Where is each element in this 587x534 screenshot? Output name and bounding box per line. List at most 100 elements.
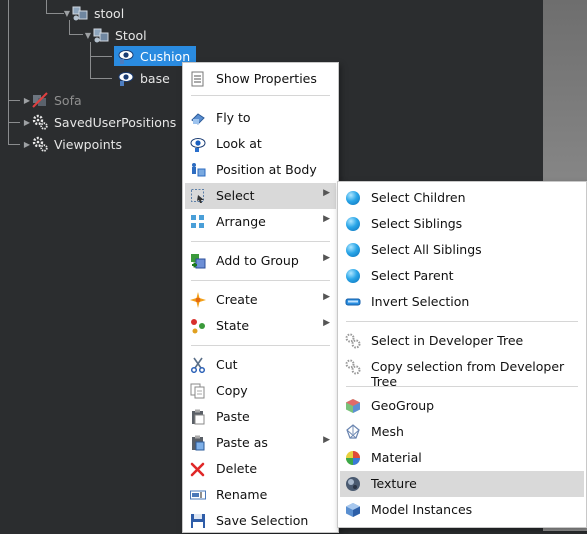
menu-separator <box>191 280 330 281</box>
tree-connector <box>8 100 20 101</box>
collapse-arrow-icon[interactable]: ▶ <box>22 140 32 149</box>
menu-item-label: Position at Body <box>216 162 317 177</box>
dev-tree-icon <box>345 359 361 375</box>
sphere-icon <box>345 216 361 232</box>
group-node-icon <box>72 5 88 21</box>
menu-item-label: Invert Selection <box>371 294 470 309</box>
menu-item-label: Copy <box>216 383 248 398</box>
menu-item-label: Look at <box>216 136 262 151</box>
group-node-icon <box>93 27 109 43</box>
look-at-icon <box>190 136 206 152</box>
position-body-icon <box>190 162 206 178</box>
sphere-icon <box>345 190 361 206</box>
menu-item-label: Material <box>371 450 422 465</box>
menu-item-position-at-body[interactable]: Position at Body <box>183 157 338 183</box>
mesh-icon <box>345 424 361 440</box>
menu-item-label: Select All Siblings <box>371 242 482 257</box>
menu-item-label: Model Instances <box>371 502 473 517</box>
menu-separator <box>191 345 330 346</box>
menu-item-texture[interactable]: Texture <box>340 471 584 497</box>
menu-item-label: Create <box>216 292 258 307</box>
gear-icon <box>32 114 48 130</box>
gear-icon <box>32 136 48 152</box>
menu-item-label: Delete <box>216 461 258 476</box>
rename-icon <box>190 487 206 503</box>
tree-node-label: base <box>140 70 170 86</box>
dev-tree-icon <box>345 333 361 349</box>
expand-arrow-icon[interactable]: ▼ <box>83 31 93 40</box>
tree-node-stool-child[interactable]: ▼ Stool <box>83 25 147 45</box>
menu-item-create[interactable]: Create ▶ <box>183 287 338 313</box>
tree-node-stool[interactable]: ▼ stool <box>62 3 124 23</box>
add-group-icon <box>190 253 206 269</box>
menu-item-copy-selection-from-developer-tree[interactable]: Copy selection from Developer Tree <box>338 354 586 389</box>
tree-connector <box>69 34 83 35</box>
menu-item-label: GeoGroup <box>371 398 435 413</box>
tree-node-viewpoints[interactable]: ▶ Viewpoints <box>22 134 122 154</box>
copy-icon <box>190 383 206 399</box>
menu-item-select[interactable]: Select ▶ <box>185 183 336 209</box>
tree-connector <box>8 144 20 145</box>
menu-item-label: State <box>216 318 250 333</box>
menu-item-model-instances[interactable]: Model Instances <box>338 497 586 523</box>
tree-node-sofa[interactable]: ▶ Sofa <box>22 90 82 110</box>
menu-item-cut[interactable]: Cut <box>183 352 338 378</box>
menu-item-mesh[interactable]: Mesh <box>338 419 586 445</box>
menu-item-select-parent[interactable]: Select Parent <box>338 263 586 289</box>
menu-item-select-siblings[interactable]: Select Siblings <box>338 211 586 237</box>
state-icon <box>190 318 206 334</box>
invert-icon <box>345 294 361 310</box>
menu-item-fly-to[interactable]: Fly to <box>183 105 338 131</box>
tree-node-label: Viewpoints <box>54 136 123 152</box>
menu-item-add-to-group[interactable]: Add to Group ▶ <box>183 248 338 274</box>
menu-item-arrange[interactable]: Arrange ▶ <box>183 209 338 235</box>
menu-separator <box>191 241 330 242</box>
menu-item-select-all-siblings[interactable]: Select All Siblings <box>338 237 586 263</box>
select-icon <box>190 188 206 204</box>
eye-object-icon <box>118 48 134 64</box>
create-icon <box>190 292 206 308</box>
menu-item-paste[interactable]: Paste <box>183 404 338 430</box>
menu-item-save-selection[interactable]: Save Selection <box>183 508 338 534</box>
menu-item-label: Select Children <box>371 190 466 205</box>
menu-item-copy[interactable]: Copy <box>183 378 338 404</box>
menu-item-label: Select Parent <box>371 268 454 283</box>
menu-item-delete[interactable]: Delete <box>183 456 338 482</box>
collapse-arrow-icon[interactable]: ▶ <box>22 118 32 127</box>
tree-node-saved-user-positions[interactable]: ▶ SavedUserPositions <box>22 112 176 132</box>
menu-item-select-children[interactable]: Select Children <box>338 185 586 211</box>
submenu-arrow-icon: ▶ <box>323 292 330 302</box>
tree-node-label: Stool <box>115 27 147 43</box>
tree-connector <box>8 122 20 123</box>
menu-item-invert-selection[interactable]: Invert Selection <box>338 289 586 315</box>
menu-item-label: Texture <box>371 476 417 491</box>
menu-item-rename[interactable]: Rename <box>183 482 338 508</box>
expand-arrow-icon[interactable]: ▼ <box>62 9 72 18</box>
menu-item-label: Select <box>216 188 255 203</box>
menu-item-state[interactable]: State ▶ <box>183 313 338 339</box>
scissors-icon <box>190 357 206 374</box>
menu-item-label: Paste as <box>216 435 268 450</box>
tree-node-base[interactable]: base <box>118 68 170 88</box>
geogroup-icon <box>345 398 361 414</box>
menu-item-label: Mesh <box>371 424 404 439</box>
save-icon <box>190 513 206 529</box>
menu-item-label: Cut <box>216 357 238 372</box>
menu-item-select-in-developer-tree[interactable]: Select in Developer Tree <box>338 328 586 354</box>
menu-item-label: Paste <box>216 409 250 424</box>
submenu-arrow-icon: ▶ <box>323 435 330 445</box>
collapse-arrow-icon[interactable]: ▶ <box>22 96 32 105</box>
menu-item-geogroup[interactable]: GeoGroup <box>338 393 586 419</box>
menu-separator <box>346 386 578 387</box>
tree-connector <box>90 56 112 57</box>
menu-item-paste-as[interactable]: Paste as ▶ <box>183 430 338 456</box>
paste-icon <box>190 409 206 425</box>
eye-object-icon <box>118 70 134 86</box>
menu-item-show-properties[interactable]: Show Properties <box>183 66 338 92</box>
menu-item-look-at[interactable]: Look at <box>183 131 338 157</box>
menu-item-material[interactable]: Material <box>338 445 586 471</box>
menu-item-label: Copy selection from Developer Tree <box>371 359 565 389</box>
submenu-arrow-icon: ▶ <box>323 318 330 328</box>
menu-item-label: Show Properties <box>216 71 317 86</box>
properties-icon <box>190 71 206 87</box>
